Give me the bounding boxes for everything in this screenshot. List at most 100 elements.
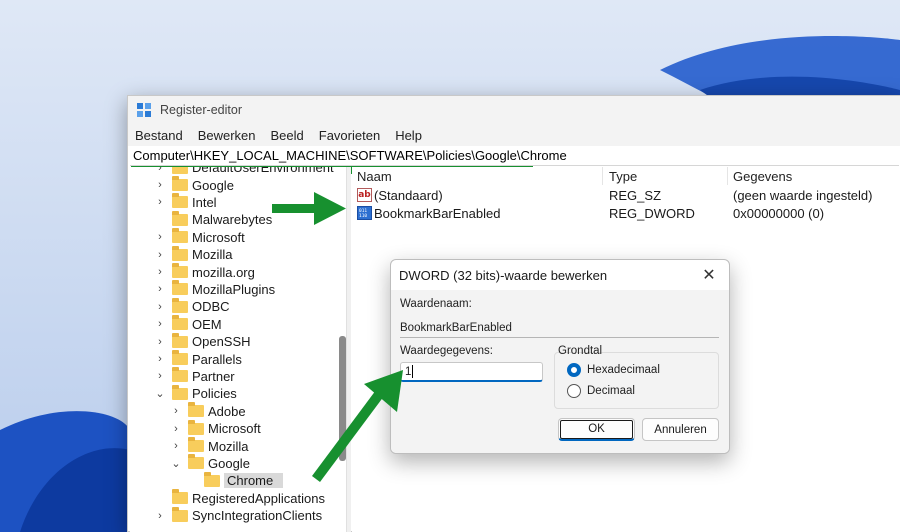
value-data: 0x00000000 (0) [733, 205, 825, 221]
cancel-button[interactable]: Annuleren [642, 418, 719, 441]
tree-item[interactable]: › Microsoft [154, 228, 245, 246]
tree-item-label: Intel [192, 194, 217, 210]
tree-item[interactable]: RegisteredApplications [154, 489, 325, 507]
chevron-right-icon[interactable]: › [170, 440, 182, 452]
menu-bestand[interactable]: Bestand [135, 128, 183, 143]
tree-item-label: Partner [192, 368, 235, 384]
menu-bewerken[interactable]: Bewerken [198, 128, 256, 143]
radio-decimal-label: Decimaal [587, 385, 635, 397]
radio-hexadecimal[interactable]: Hexadecimaal [567, 363, 660, 377]
column-header-name[interactable]: Naam [357, 167, 392, 185]
tree-item[interactable]: › OpenSSH [154, 332, 251, 350]
tree-item[interactable]: › Parallels [154, 350, 242, 367]
column-divider[interactable] [727, 167, 728, 185]
chevron-right-icon[interactable]: › [154, 301, 166, 313]
tree-item-label: Microsoft [192, 229, 245, 245]
chevron-right-icon[interactable]: › [154, 179, 166, 191]
tree-item[interactable]: ⌄ Policies [154, 384, 237, 402]
chevron-right-icon[interactable]: › [154, 510, 166, 522]
chevron-right-icon[interactable]: › [154, 283, 166, 295]
value-data-input[interactable]: 1 [400, 362, 543, 382]
chevron-down-icon[interactable]: ⌄ [170, 457, 182, 470]
column-header-type[interactable]: Type [609, 167, 637, 185]
menu-favorieten[interactable]: Favorieten [319, 128, 380, 143]
svg-text:110: 110 [359, 213, 367, 218]
value-name-field[interactable]: BookmarkBarEnabled [400, 318, 719, 338]
menu-beeld[interactable]: Beeld [271, 128, 304, 143]
tree-item[interactable]: › Microsoft [170, 419, 261, 437]
chevron-right-icon[interactable]: › [154, 370, 166, 382]
folder-icon [188, 419, 204, 435]
radio-hexadecimal-label: Hexadecimaal [587, 364, 660, 376]
tree-item-label: Policies [192, 386, 237, 402]
tree-item-label: Parallels [192, 351, 242, 367]
tree-item[interactable]: › Adobe [170, 402, 246, 420]
chevron-down-icon[interactable]: ⌄ [154, 387, 166, 400]
menu-bar: Bestand Bewerken Beeld Favorieten Help [128, 124, 900, 146]
chevron-right-icon[interactable]: › [154, 167, 166, 174]
value-name-label: Waardenaam: [400, 298, 472, 310]
folder-icon [172, 228, 188, 244]
folder-icon [188, 454, 204, 470]
base-group-label: Grondtal [558, 345, 603, 357]
tree-item[interactable]: ⌄ Google [170, 454, 250, 472]
radio-decimal[interactable]: Decimaal [567, 384, 635, 398]
folder-icon [172, 332, 188, 348]
tree-item-label: DefaultUserEnvironment [192, 167, 334, 176]
edit-dword-dialog: DWORD (32 bits)-waarde bewerken ✕ Waarde… [390, 259, 730, 454]
folder-icon [172, 176, 188, 192]
chevron-right-icon[interactable]: › [154, 336, 166, 348]
tree-item[interactable]: › Partner [154, 367, 235, 385]
tree-scrollbar[interactable] [339, 336, 346, 461]
address-bar[interactable]: Computer\HKEY_LOCAL_MACHINE\SOFTWARE\Pol… [130, 146, 899, 166]
tree-item-label: OpenSSH [192, 334, 251, 350]
pane-splitter[interactable] [346, 167, 351, 532]
value-name: (Standaard) [374, 187, 443, 203]
radio-selected-icon[interactable] [567, 363, 581, 377]
tree-item-label: ODBC [192, 299, 230, 315]
chevron-right-icon[interactable]: › [154, 318, 166, 330]
value-row[interactable]: ab (Standaard) REG_SZ (geen waarde inges… [352, 186, 900, 204]
tree-item[interactable]: › Mozilla [170, 437, 248, 454]
tree-item[interactable]: Chrome [186, 471, 284, 489]
tree-item-label: mozilla.org [192, 264, 255, 280]
column-header-data[interactable]: Gegevens [733, 167, 792, 185]
binary-digits-glyph: 011 110 [359, 208, 367, 218]
tree-item[interactable]: Malwarebytes [154, 210, 272, 228]
value-name-cell: ab (Standaard) [357, 186, 443, 204]
dialog-body: Waardenaam: BookmarkBarEnabled Waardegeg… [391, 290, 729, 453]
chevron-right-icon[interactable]: › [154, 231, 166, 243]
value-row[interactable]: 011 110 BookmarkBarEnabled REG_DWORD 0x0… [352, 204, 900, 222]
tree-item[interactable]: › mozilla.org [154, 263, 255, 280]
title-bar: Register-editor [128, 96, 900, 124]
tree-item[interactable]: › Intel [154, 193, 217, 211]
chevron-right-icon[interactable]: › [154, 196, 166, 208]
chevron-right-icon[interactable]: › [170, 423, 182, 435]
folder-icon [172, 167, 188, 174]
tree-item[interactable]: › ODBC [154, 297, 230, 315]
tree-item[interactable]: › SyncIntegrationClients [154, 506, 322, 524]
chevron-right-icon[interactable]: › [154, 249, 166, 261]
close-icon[interactable]: ✕ [699, 265, 719, 285]
chevron-right-icon[interactable]: › [170, 405, 182, 417]
ok-button[interactable]: OK [558, 418, 635, 441]
tree-item-label: Mozilla [192, 247, 233, 263]
tree-item[interactable]: › DefaultUserEnvironment [154, 167, 334, 176]
tree-item-label: Chrome [224, 473, 284, 489]
tree-item[interactable]: › Mozilla [154, 245, 233, 263]
value-type: REG_DWORD [609, 205, 695, 221]
dialog-title: DWORD (32 bits)-waarde bewerken [399, 268, 608, 283]
tree-item-label: Microsoft [208, 421, 261, 437]
chevron-right-icon[interactable]: › [154, 353, 166, 365]
column-divider[interactable] [602, 167, 603, 185]
tree-item-label: Google [208, 455, 250, 471]
radio-unselected-icon[interactable] [567, 384, 581, 398]
tree-item[interactable]: › Google [154, 176, 234, 193]
key-tree[interactable]: › DefaultUserEnvironment › Google › Intel Malw… [130, 167, 346, 532]
tree-item[interactable]: › MozillaPlugins [154, 280, 275, 298]
folder-icon [172, 210, 188, 226]
menu-help[interactable]: Help [395, 128, 422, 143]
tree-item-label: OEM [192, 316, 222, 332]
chevron-right-icon[interactable]: › [154, 266, 166, 278]
tree-item[interactable]: › OEM [154, 315, 222, 333]
